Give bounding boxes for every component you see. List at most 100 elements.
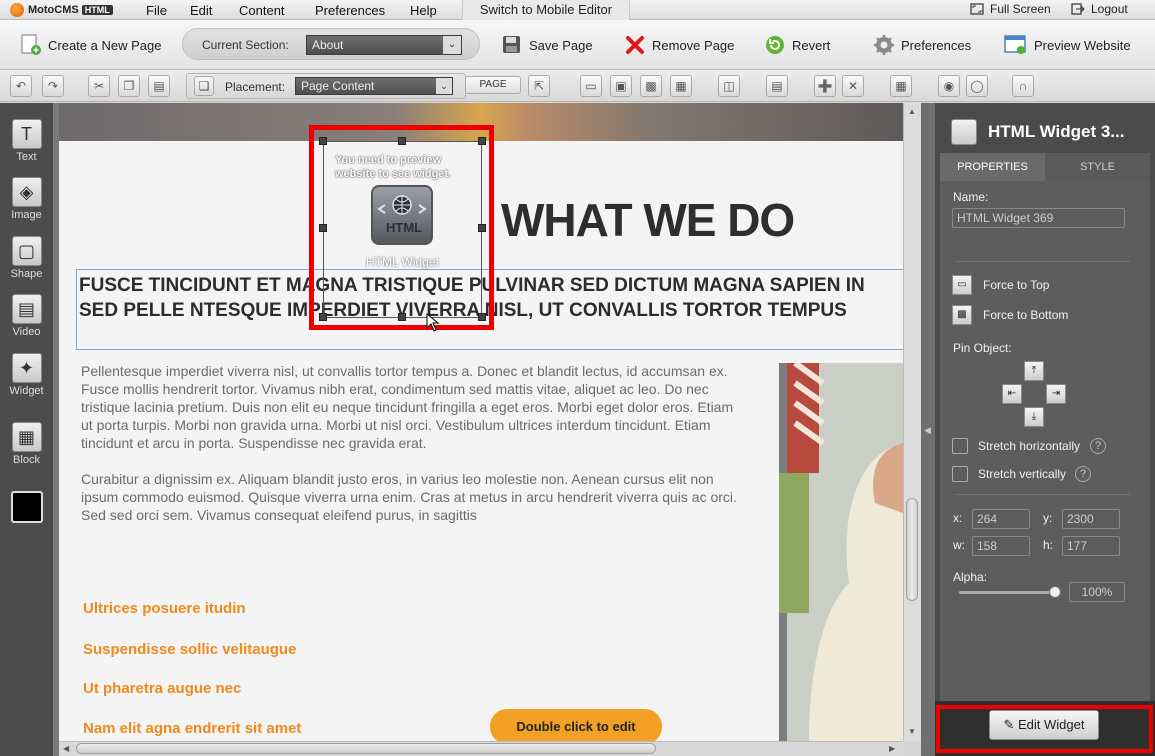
scroll-up-icon[interactable]: ▲ (908, 107, 916, 116)
remove-page-button[interactable]: Remove Page (624, 34, 734, 56)
current-section-group: Current Section: About ⌄ (182, 28, 480, 60)
preferences-button[interactable]: Preferences (873, 34, 971, 56)
magnet-button[interactable]: ∩ (1012, 75, 1034, 97)
alpha-slider-track[interactable] (959, 591, 1055, 594)
person-photo-icon (779, 363, 903, 741)
tool-widget[interactable]: ✦ Widget (0, 353, 53, 397)
duplicate-button[interactable]: ➕ (814, 75, 836, 97)
send-backward-button[interactable]: ▩ (640, 75, 662, 97)
fit-button[interactable]: ⇱ (528, 75, 550, 97)
send-backward-icon: ▩ (645, 79, 657, 93)
body-paragraph-1[interactable]: Pellentesque imperdiet viverra nisl, ut … (81, 362, 741, 452)
scroll-right-icon[interactable]: ▶ (889, 744, 895, 753)
stretch-horizontal-checkbox[interactable] (952, 438, 968, 454)
cut-button[interactable]: ✂ (88, 75, 110, 97)
panel-tabs: PROPERTIES STYLE (940, 153, 1150, 181)
menu-file[interactable]: File (146, 3, 167, 18)
tool-video[interactable]: ▤ Video (0, 294, 53, 338)
orange-link-1[interactable]: Ultrices posuere itudin (83, 600, 246, 617)
tool-text[interactable]: T Text (0, 119, 53, 163)
grid-icon: ▦ (895, 79, 907, 93)
current-section-select[interactable]: About ⌄ (306, 35, 462, 55)
x-field[interactable]: 264 (972, 509, 1030, 529)
placement-select[interactable]: Page Content ⌄ (295, 77, 453, 95)
tab-style[interactable]: STYLE (1045, 153, 1150, 181)
body-paragraph-2[interactable]: Curabitur a dignissim ex. Aliquam blandi… (81, 470, 741, 524)
save-icon (503, 36, 520, 53)
logout-button[interactable]: Logout (1071, 2, 1128, 16)
menu-preferences[interactable]: Preferences (315, 3, 385, 18)
force-bottom-button[interactable]: Force to Bottom (983, 308, 1068, 322)
pin-top-button[interactable]: ⤒ (1024, 361, 1044, 381)
widget-tool-icon: ✦ (11, 353, 42, 383)
copy-button[interactable]: ❐ (118, 75, 140, 97)
revert-button[interactable]: Revert (764, 34, 830, 56)
tool-shape[interactable]: ▢ Shape (0, 236, 53, 280)
tool-block[interactable]: ▦ Block (0, 422, 53, 466)
alpha-field[interactable]: 100% (1069, 582, 1125, 602)
text-tool-icon: T (11, 119, 42, 149)
force-top-button[interactable]: Force to Top (983, 278, 1049, 292)
scroll-down-icon[interactable]: ▼ (908, 727, 916, 736)
x-label: x: (953, 511, 963, 525)
placement-group: ❏ Placement: Page Content ⌄ (186, 73, 466, 99)
name-field[interactable]: HTML Widget 369 (952, 208, 1125, 228)
panel-title: HTML Widget 3... (988, 122, 1125, 141)
tab-properties[interactable]: PROPERTIES (940, 153, 1045, 181)
lock-button[interactable]: ◉ (938, 75, 960, 97)
section-heading[interactable]: WHAT WE DO (501, 193, 795, 247)
bring-front-button[interactable]: ▣ (610, 75, 632, 97)
motocms-logo-icon (10, 3, 24, 17)
grid-button[interactable]: ▦ (890, 75, 912, 97)
menu-content[interactable]: Content (239, 3, 285, 18)
transform-button[interactable]: ◫ (718, 75, 740, 97)
h-field[interactable]: 177 (1062, 536, 1120, 556)
vertical-scroll-thumb[interactable] (906, 498, 918, 601)
orange-link-4[interactable]: Nam elit agna endrerit sit amet (83, 720, 301, 737)
help-icon[interactable]: ? (1075, 466, 1091, 482)
stretch-vertical-checkbox[interactable] (952, 466, 968, 482)
align-button[interactable]: ▤ (766, 75, 788, 97)
tool-video-label: Video (12, 326, 41, 338)
pin-object-label: Pin Object: (953, 341, 1012, 355)
right-splitter[interactable]: ◀ (921, 103, 935, 756)
page-button[interactable]: PAGE (465, 76, 521, 94)
fullscreen-button[interactable]: Full Screen (970, 2, 1051, 16)
pin-bottom-button[interactable]: ⤓ (1024, 407, 1044, 427)
paste-button[interactable]: ▤ (148, 75, 170, 97)
save-page-button[interactable]: Save Page (501, 34, 593, 56)
undo-button[interactable]: ↶ (10, 75, 32, 97)
magnet-icon: ∩ (1018, 79, 1028, 93)
help-icon[interactable]: ? (1090, 438, 1106, 454)
menu-edit[interactable]: Edit (190, 3, 212, 18)
double-click-hint[interactable]: Double click to edit (490, 709, 662, 744)
redo-button[interactable]: ↷ (42, 75, 64, 97)
alpha-label: Alpha: (953, 570, 988, 584)
vertical-scrollbar[interactable]: ▲ ▼ (903, 103, 921, 741)
logout-icon (1071, 3, 1085, 15)
orange-link-2[interactable]: Suspendisse sollic velitaugue (83, 641, 296, 658)
switch-mobile-editor-button[interactable]: Switch to Mobile Editor (462, 0, 630, 20)
y-field[interactable]: 2300 (1062, 509, 1120, 529)
tool-image[interactable]: ◈ Image (0, 177, 53, 221)
duplicate-icon: ➕ (817, 79, 833, 93)
send-back-button[interactable]: ▦ (670, 75, 692, 97)
bring-forward-button[interactable]: ▭ (580, 75, 602, 97)
menu-help[interactable]: Help (410, 3, 437, 18)
alpha-slider-knob[interactable] (1049, 586, 1061, 598)
pin-left-button[interactable]: ⇤ (1002, 384, 1022, 404)
divider (955, 494, 1130, 495)
video-tool-icon: ▤ (11, 294, 42, 324)
horizontal-scroll-thumb[interactable] (76, 743, 656, 754)
create-page-button[interactable]: Create a New Page (20, 34, 161, 56)
preview-website-button[interactable]: Preview Website (1004, 34, 1131, 56)
photo-image[interactable] (779, 363, 903, 741)
w-field[interactable]: 158 (972, 536, 1030, 556)
orange-link-3[interactable]: Ut pharetra augue nec (83, 680, 241, 697)
pin-right-button[interactable]: ⇥ (1046, 384, 1066, 404)
collapse-left-icon[interactable]: ◀ (924, 425, 931, 436)
color-picker[interactable] (11, 491, 43, 523)
visibility-button[interactable]: ◯ (966, 75, 988, 97)
delete-button[interactable]: ✕ (842, 75, 864, 97)
scroll-left-icon[interactable]: ◀ (63, 744, 69, 753)
